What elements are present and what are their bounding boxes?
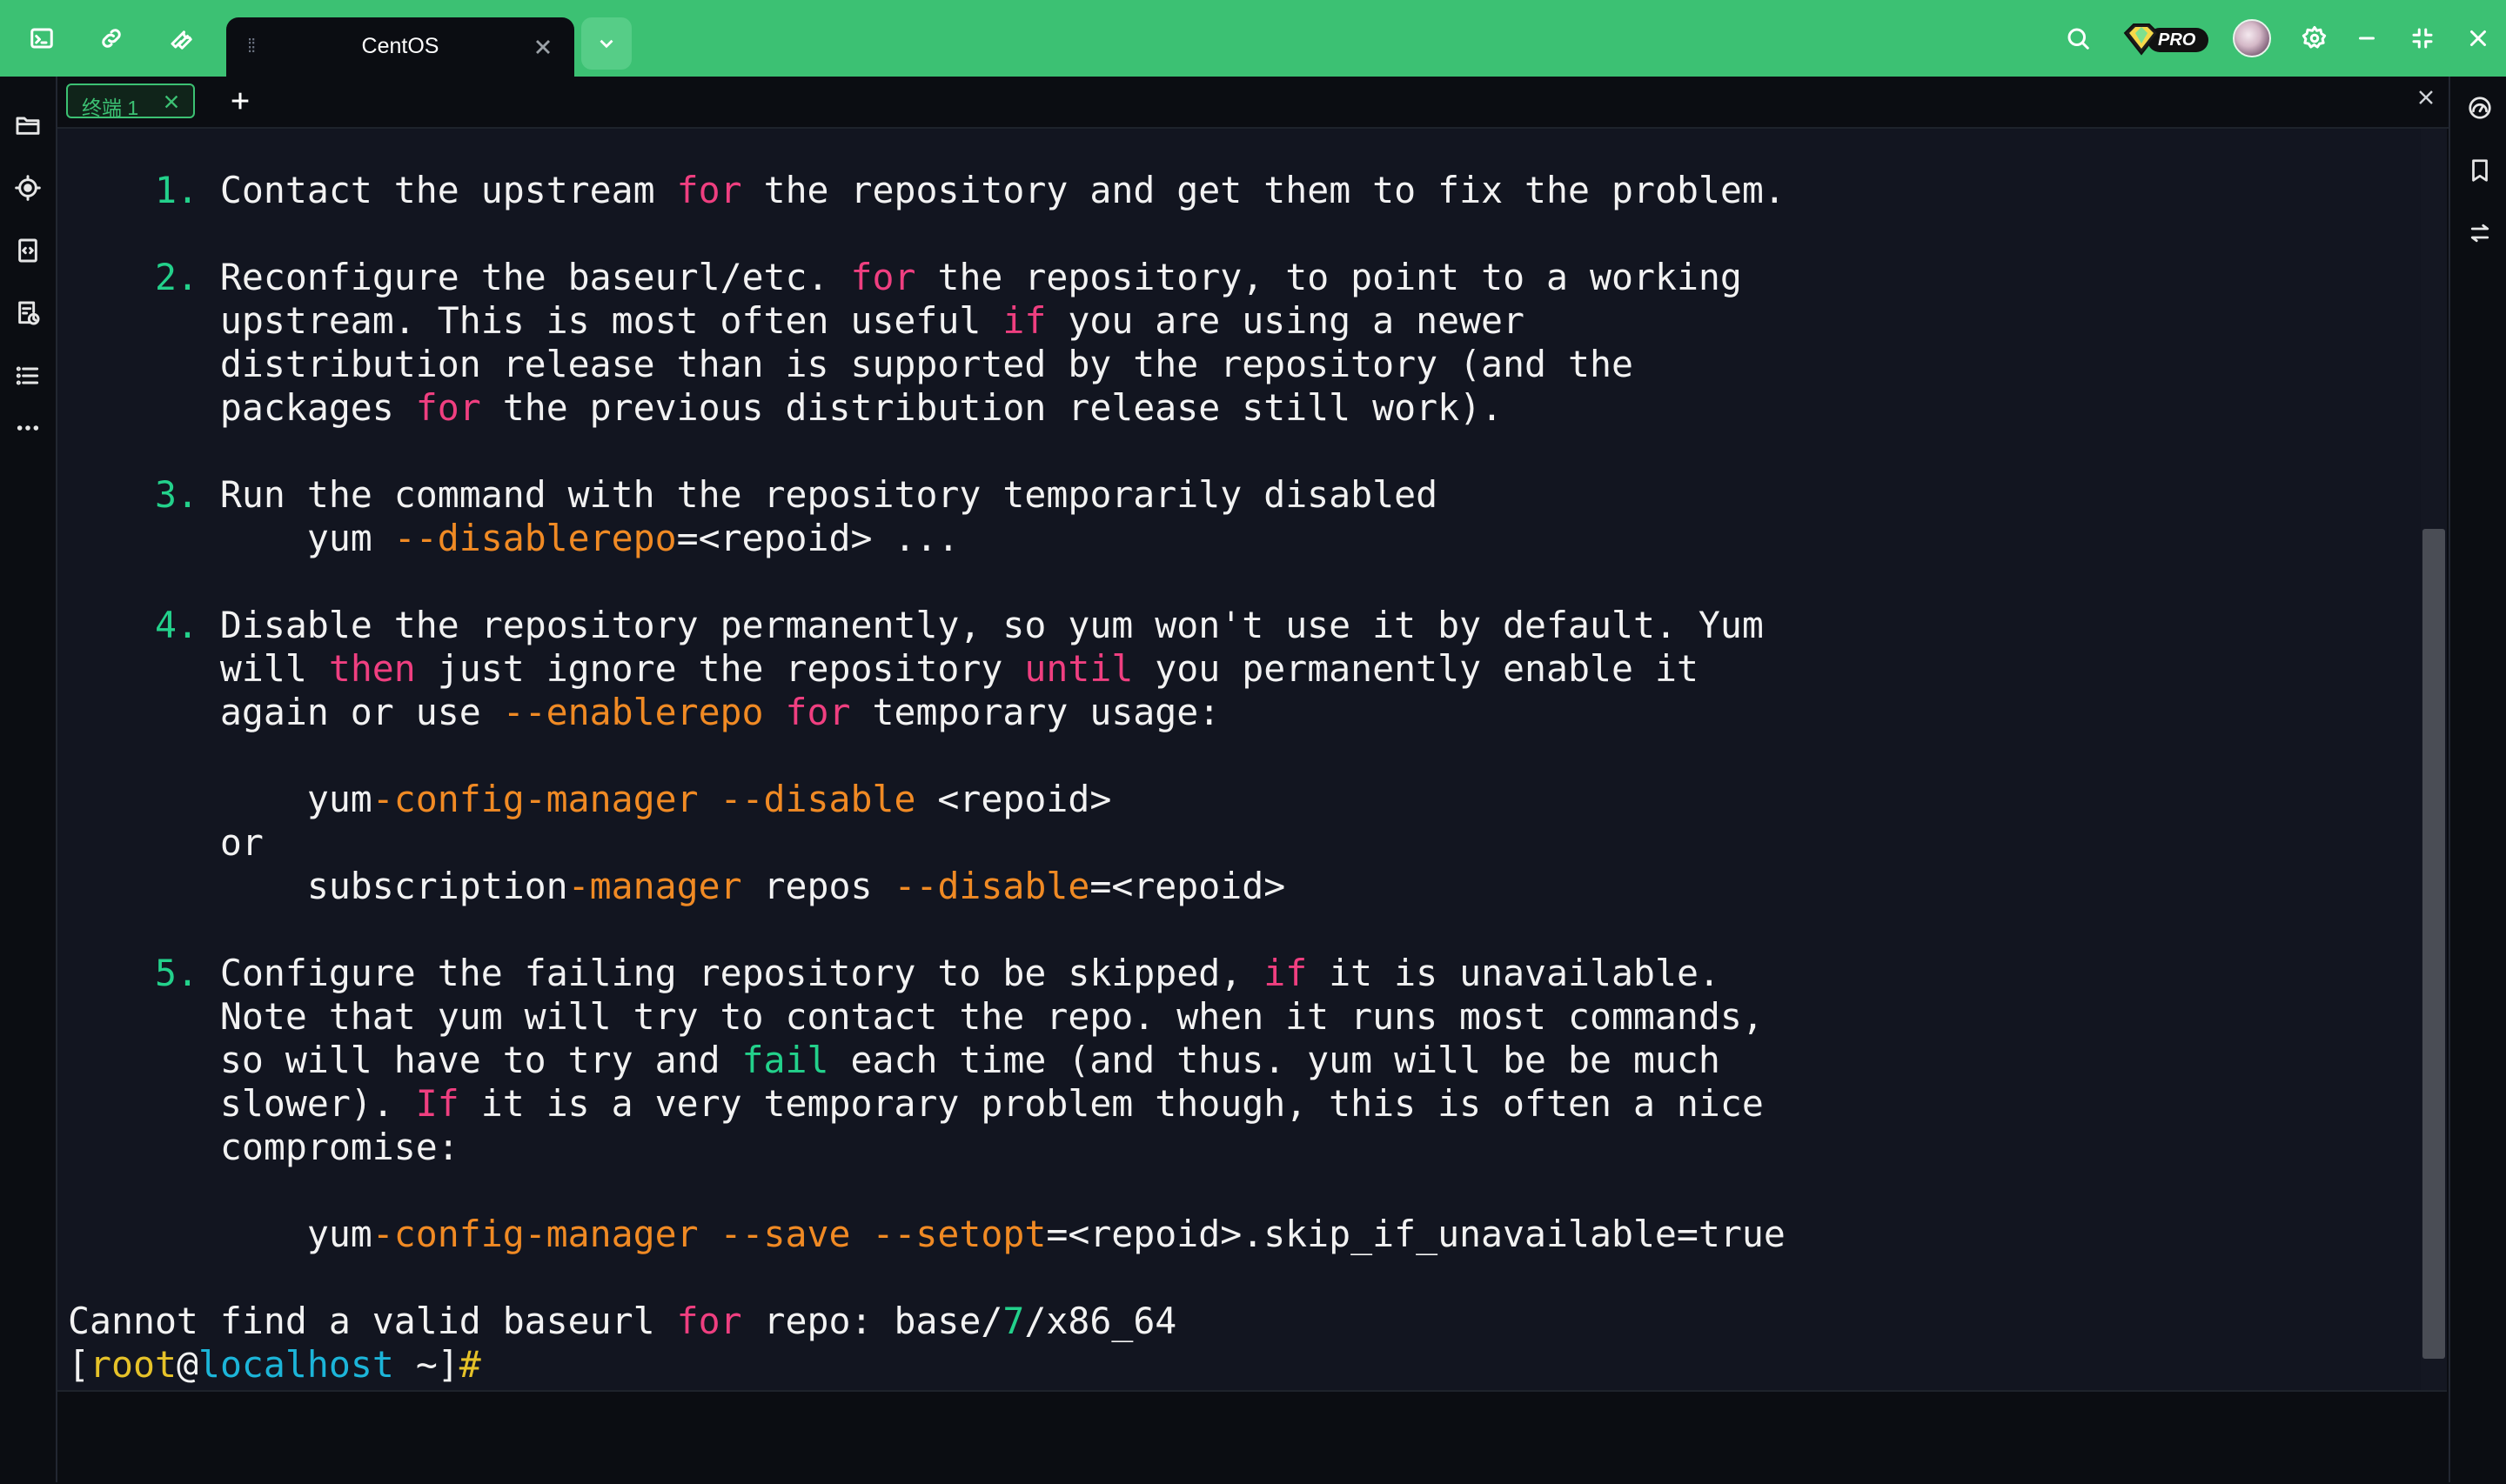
left-sidebar bbox=[0, 77, 57, 1482]
dashboard-gauge-icon[interactable] bbox=[2462, 90, 2497, 125]
close-terminal-tab-icon[interactable] bbox=[162, 92, 181, 111]
pro-label: PRO bbox=[2158, 30, 2196, 50]
close-icon[interactable] bbox=[2459, 19, 2497, 57]
list-icon[interactable] bbox=[10, 358, 45, 393]
plus-icon bbox=[231, 92, 249, 110]
terminal-line: Note that yum will try to contact the re… bbox=[68, 995, 1764, 1038]
code-file-icon[interactable] bbox=[10, 233, 45, 268]
close-panel-icon[interactable] bbox=[2416, 87, 2442, 113]
history-file-icon[interactable] bbox=[10, 296, 45, 331]
folder-icon[interactable] bbox=[10, 108, 45, 143]
terminal-output[interactable]: 1. Contact the upstream for the reposito… bbox=[57, 129, 2447, 1390]
close-tab-icon[interactable] bbox=[531, 35, 555, 59]
terminal-tab[interactable]: 终端 1 bbox=[66, 84, 195, 119]
terminal-line: [root@localhost ~]# bbox=[68, 1343, 481, 1386]
terminal-line: again or use --enablerepo for temporary … bbox=[68, 691, 1221, 733]
link-icon[interactable] bbox=[85, 12, 137, 64]
tab-title: CentOS bbox=[361, 34, 439, 58]
minimize-icon[interactable] bbox=[2348, 19, 2386, 57]
terminal-line: upstream. This is most often useful if y… bbox=[68, 299, 1525, 342]
terminal-line: distribution release than is supported b… bbox=[68, 343, 1633, 385]
terminal-line: 3. Run the command with the repository t… bbox=[154, 473, 1438, 516]
terminal-line: Cannot find a valid baseurl for repo: ba… bbox=[68, 1300, 1177, 1342]
right-sidebar bbox=[2449, 77, 2506, 1482]
terminal-line: 4. Disable the repository permanently, s… bbox=[154, 604, 1764, 646]
terminal-line: slower). If it is a very temporary probl… bbox=[68, 1082, 1764, 1125]
restore-icon[interactable] bbox=[2403, 19, 2442, 57]
terminal-tab-strip: 终端 1 bbox=[57, 77, 2449, 129]
terminal-line: packages for the previous distribution r… bbox=[68, 386, 1504, 429]
terminal-tab-label: 终端 1 bbox=[82, 97, 139, 119]
transfer-icon[interactable] bbox=[2462, 216, 2497, 251]
bookmark-icon[interactable] bbox=[2462, 153, 2497, 188]
search-icon[interactable] bbox=[2059, 19, 2097, 57]
command-input-area bbox=[57, 1390, 2447, 1484]
terminal-line: will then just ignore the repository unt… bbox=[68, 647, 1699, 690]
target-icon[interactable] bbox=[10, 170, 45, 205]
gear-icon[interactable] bbox=[2295, 19, 2334, 57]
more-icon[interactable] bbox=[10, 411, 45, 445]
wrench-icon[interactable] bbox=[155, 12, 207, 64]
add-tab-button[interactable] bbox=[223, 84, 258, 118]
terminal-text: 1. Contact the upstream for the reposito… bbox=[68, 169, 1786, 1387]
chevron-down-icon[interactable] bbox=[581, 17, 632, 70]
scrollbar-thumb[interactable] bbox=[2422, 529, 2445, 1359]
pro-gem-icon bbox=[2123, 23, 2160, 56]
command-input[interactable] bbox=[75, 1409, 2428, 1463]
terminal-line: 1. Contact the upstream for the reposito… bbox=[154, 169, 1786, 211]
pro-badge[interactable]: PRO bbox=[2121, 23, 2210, 56]
terminal-line: yum --disablerepo=<repoid> ... bbox=[68, 517, 960, 559]
title-bar: ⁞⁞ CentOS PRO bbox=[0, 0, 2506, 77]
terminal-line: subscription-manager repos --disable=<re… bbox=[68, 865, 1286, 907]
avatar[interactable] bbox=[2233, 19, 2271, 57]
terminal-line: or bbox=[68, 821, 264, 864]
terminal-line: so will have to try and fail each time (… bbox=[68, 1039, 1720, 1081]
tab-centos[interactable]: ⁞⁞ CentOS bbox=[226, 17, 574, 77]
terminal-line: yum-config-manager --save --setopt=<repo… bbox=[68, 1213, 1786, 1255]
terminal-line: yum-config-manager --disable <repoid> bbox=[68, 778, 1112, 820]
terminal-icon[interactable] bbox=[16, 12, 68, 64]
terminal-line: 5. Configure the failing repository to b… bbox=[154, 952, 1720, 994]
terminal-line: compromise: bbox=[68, 1126, 459, 1168]
terminal-line: 2. Reconfigure the baseurl/etc. for the … bbox=[154, 256, 1742, 298]
